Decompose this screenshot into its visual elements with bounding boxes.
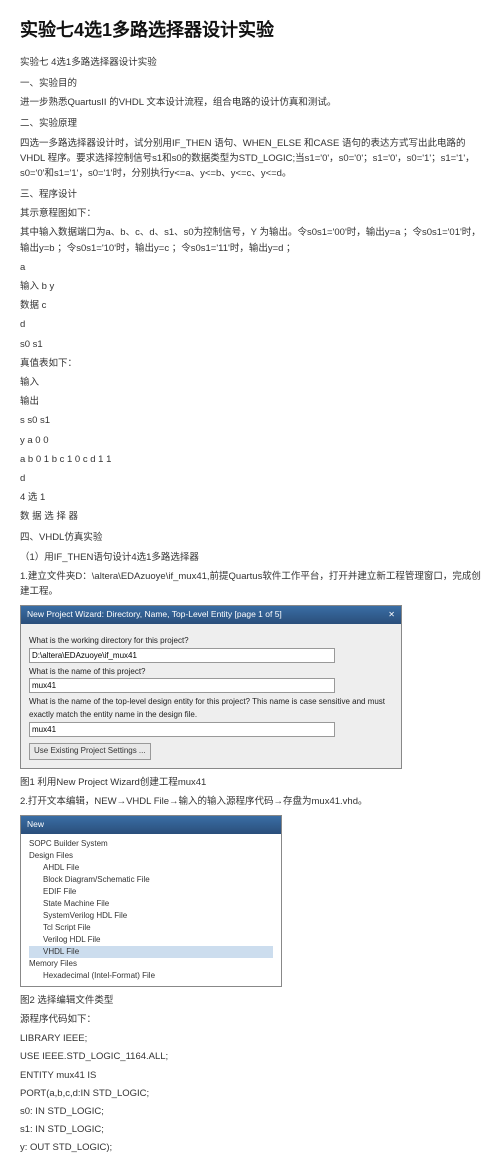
wizard-label: What is the name of the top-level design…: [29, 696, 393, 722]
text-line: 进一步熟悉QuartusII 的VHDL 文本设计流程，组合电路的设计仿真和测试…: [20, 95, 484, 110]
figure-caption: 图1 利用New Project Wizard创建工程mux41: [20, 775, 484, 790]
list-item[interactable]: EDIF File: [29, 886, 273, 898]
wizard-entity-input[interactable]: [29, 722, 335, 737]
text-line: （1）用IF_THEN语句设计4选1多路选择器: [20, 550, 484, 565]
list-item[interactable]: Design Files: [29, 850, 273, 862]
list-item[interactable]: Hexadecimal (Intel-Format) File: [29, 970, 273, 982]
text-line: 其中输入数据端口为a、b、c、d、s1、s0为控制信号，Y 为输出。令s0s1=…: [20, 225, 484, 255]
text-line: y a 0 0: [20, 433, 484, 448]
wizard-titlebar: New Project Wizard: Directory, Name, Top…: [21, 606, 401, 624]
text-line: 4 选 1: [20, 490, 484, 505]
list-item[interactable]: AHDL File: [29, 862, 273, 874]
code-line: ENTITY mux41 IS: [20, 1068, 484, 1083]
list-item[interactable]: Tcl Script File: [29, 922, 273, 934]
section-heading: 三、程序设计: [20, 187, 484, 202]
wizard-title-text: New Project Wizard: Directory, Name, Top…: [27, 608, 282, 622]
wizard-dir-input[interactable]: [29, 648, 335, 663]
list-item[interactable]: SystemVerilog HDL File: [29, 910, 273, 922]
text-line: 数据 c: [20, 298, 484, 313]
code-line: LIBRARY IEEE;: [20, 1031, 484, 1046]
wizard-name-input[interactable]: [29, 678, 335, 693]
section-heading: 二、实验原理: [20, 116, 484, 131]
text-line: 其示意程图如下：: [20, 206, 484, 221]
text-line: 四选一多路选择器设计时，试分别用IF_THEN 语句、WHEN_ELSE 和CA…: [20, 136, 484, 182]
figure-caption: 图2 选择编辑文件类型: [20, 993, 484, 1008]
text-line: d: [20, 471, 484, 486]
section-heading: 一、实验目的: [20, 76, 484, 91]
list-item[interactable]: Verilog HDL File: [29, 934, 273, 946]
text-line: 真值表如下：: [20, 356, 484, 371]
wizard-screenshot: New Project Wizard: Directory, Name, Top…: [20, 605, 402, 769]
text-line: s s0 s1: [20, 413, 484, 428]
code-line: s0: IN STD_LOGIC;: [20, 1104, 484, 1119]
section-heading: 四、VHDL仿真实验: [20, 530, 484, 545]
text-line: 2.打开文本编辑，NEW→VHDL File→输入的输入源程序代码→存盘为mux…: [20, 794, 484, 809]
newfile-screenshot: New SOPC Builder System Design Files AHD…: [20, 815, 282, 987]
wizard-label: What is the name of this project?: [29, 666, 393, 679]
use-existing-button[interactable]: Use Existing Project Settings ...: [29, 743, 151, 760]
text-line: d: [20, 317, 484, 332]
text-line: 输入: [20, 375, 484, 390]
page-title: 实验七4选1多路选择器设计实验: [20, 16, 484, 45]
code-line: PORT(a,b,c,d:IN STD_LOGIC;: [20, 1086, 484, 1101]
text-line: s0 s1: [20, 337, 484, 352]
list-item[interactable]: Memory Files: [29, 958, 273, 970]
close-icon: ✕: [388, 609, 395, 622]
newfile-titlebar: New: [21, 816, 281, 834]
list-item[interactable]: State Machine File: [29, 898, 273, 910]
list-item[interactable]: Block Diagram/Schematic File: [29, 874, 273, 886]
text-line: a: [20, 260, 484, 275]
wizard-label: What is the working directory for this p…: [29, 635, 393, 648]
code-line: s1: IN STD_LOGIC;: [20, 1122, 484, 1137]
code-line: y: OUT STD_LOGIC);: [20, 1140, 484, 1155]
text-line: 实验七 4选1多路选择器设计实验: [20, 55, 484, 70]
text-line: 源程序代码如下：: [20, 1012, 484, 1027]
code-line: USE IEEE.STD_LOGIC_1164.ALL;: [20, 1049, 484, 1064]
text-line: 输出: [20, 394, 484, 409]
text-line: 输入 b y: [20, 279, 484, 294]
list-item-selected[interactable]: VHDL File: [29, 946, 273, 958]
text-line: a b 0 1 b c 1 0 c d 1 1: [20, 452, 484, 467]
list-item[interactable]: SOPC Builder System: [29, 838, 273, 850]
text-line: 1.建立文件夹D：\altera\EDAzuoye\if_mux41,前提Qua…: [20, 569, 484, 599]
text-line: 数 据 选 择 器: [20, 509, 484, 524]
